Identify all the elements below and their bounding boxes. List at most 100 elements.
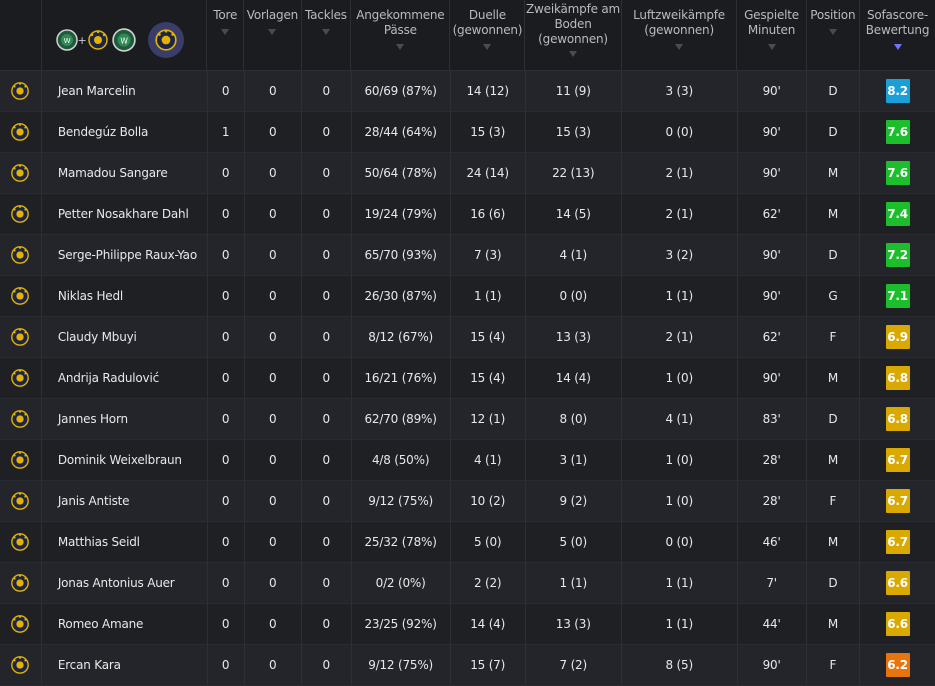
passes-cell: 9/12 (75%) (352, 645, 451, 685)
sort-arrow-icon (483, 44, 492, 50)
table-row[interactable]: Ercan Kara 0 0 0 9/12 (75%) 15 (7) 7 (2) 8 (5) 9… (0, 645, 935, 686)
position-cell: G (807, 276, 861, 316)
assists-cell: 0 (245, 358, 302, 398)
ground-duels-cell: 13 (3) (526, 604, 622, 644)
passes-cell: 23/25 (92%) (352, 604, 451, 644)
table-row[interactable]: Jonas Antonius Auer 0 0 0 0/2 (0%) 2 (2) 1 (1)… (0, 563, 935, 604)
player-name[interactable]: Matthias Seidl (42, 522, 208, 562)
team-crest-cell (0, 235, 42, 275)
position-cell: D (807, 563, 861, 603)
minutes-cell: 28' (738, 440, 807, 480)
column-header-aerial-duels[interactable]: Luftzweikämpfe (gewonnen) (622, 0, 738, 70)
ground-duels-cell: 14 (5) (526, 194, 622, 234)
rating-cell: 6.7 (860, 481, 935, 521)
player-name[interactable]: Petter Nosakhare Dahl (42, 194, 208, 234)
player-name[interactable]: Dominik Weixelbraun (42, 440, 208, 480)
player-name[interactable]: Ercan Kara (42, 645, 208, 685)
player-name[interactable]: Janis Antiste (42, 481, 208, 521)
sort-arrow-icon (268, 29, 277, 35)
rating-badge: 7.4 (885, 202, 910, 226)
aerial-duels-cell: 0 (0) (622, 522, 738, 562)
tackles-cell: 0 (302, 563, 352, 603)
player-name[interactable]: Niklas Hedl (42, 276, 208, 316)
player-name[interactable]: Mamadou Sangare (42, 153, 208, 193)
header-spacer (0, 0, 42, 70)
team-b-crest-icon (10, 327, 30, 347)
assists-cell: 0 (245, 645, 302, 685)
table-row[interactable]: Romeo Amane 0 0 0 23/25 (92%) 14 (4) 13 (3) 1 (… (0, 604, 935, 645)
minutes-cell: 90' (738, 276, 807, 316)
column-header-tackles[interactable]: Tackles (302, 0, 352, 70)
ground-duels-cell: 1 (1) (526, 563, 622, 603)
player-name[interactable]: Jean Marcelin (42, 71, 208, 111)
team-b-crest-icon (10, 122, 30, 142)
column-header-goals[interactable]: Tore (207, 0, 245, 70)
tackles-cell: 0 (302, 317, 352, 357)
team-filter-both-button[interactable]: W + (55, 22, 108, 58)
ground-duels-cell: 11 (9) (526, 71, 622, 111)
aerial-duels-cell: 0 (0) (622, 112, 738, 152)
minutes-cell: 90' (738, 71, 807, 111)
duels-cell: 15 (7) (451, 645, 526, 685)
duels-cell: 12 (1) (451, 399, 526, 439)
tackles-cell: 0 (302, 645, 352, 685)
assists-cell: 0 (245, 440, 302, 480)
column-header-minutes[interactable]: Gespielte Minuten (737, 0, 807, 70)
table-row[interactable]: Andrija Radulović 0 0 0 16/21 (76%) 15 (4) 14 … (0, 358, 935, 399)
position-cell: D (807, 235, 861, 275)
column-header-rating[interactable]: Sofascore-Bewertung (860, 0, 935, 70)
table-row[interactable]: Claudy Mbuyi 0 0 0 8/12 (67%) 15 (4) 13 (3) 2 (… (0, 317, 935, 358)
goals-cell: 0 (208, 153, 245, 193)
passes-cell: 16/21 (76%) (352, 358, 451, 398)
table-row[interactable]: Bendegúz Bolla 1 0 0 28/44 (64%) 15 (3) 15 (3)… (0, 112, 935, 153)
goals-cell: 0 (208, 522, 245, 562)
player-name[interactable]: Jonas Antonius Auer (42, 563, 208, 603)
team-filter-b-button[interactable] (148, 22, 185, 58)
rating-badge: 7.2 (885, 243, 910, 267)
sort-arrow-icon (767, 44, 776, 50)
table-row[interactable]: Niklas Hedl 0 0 0 26/30 (87%) 1 (1) 0 (0) 1 (1)… (0, 276, 935, 317)
team-b-crest-icon (10, 614, 30, 634)
table-row[interactable]: Jean Marcelin 0 0 0 60/69 (87%) 14 (12) 11 (9)… (0, 71, 935, 112)
assists-cell: 0 (245, 317, 302, 357)
team-b-crest-icon (10, 450, 30, 470)
table-row[interactable]: Mamadou Sangare 0 0 0 50/64 (78%) 24 (14) 22 (… (0, 153, 935, 194)
player-name[interactable]: Bendegúz Bolla (42, 112, 208, 152)
table-row[interactable]: Janis Antiste 0 0 0 9/12 (75%) 10 (2) 9 (2) 1 (… (0, 481, 935, 522)
column-header-duels[interactable]: Duelle (gewonnen) (450, 0, 526, 70)
rating-cell: 6.6 (860, 604, 935, 644)
column-header-passes[interactable]: Angekommene Pässe (351, 0, 451, 70)
tackles-cell: 0 (302, 112, 352, 152)
position-cell: F (807, 317, 861, 357)
rating-badge: 6.6 (885, 571, 910, 595)
rating-cell: 7.1 (860, 276, 935, 316)
team-crest-cell (0, 563, 42, 603)
table-row[interactable]: Jannes Horn 0 0 0 62/70 (89%) 12 (1) 8 (0) 4 (1… (0, 399, 935, 440)
assists-cell: 0 (245, 522, 302, 562)
table-row[interactable]: Serge-Philippe Raux-Yao 0 0 0 65/70 (93%) 7 (… (0, 235, 935, 276)
team-filter: W + W (42, 0, 208, 70)
table-row[interactable]: Matthias Seidl 0 0 0 25/32 (78%) 5 (0) 5 (0) 0 … (0, 522, 935, 563)
player-name[interactable]: Andrija Radulović (42, 358, 208, 398)
column-header-assists[interactable]: Vorlagen (244, 0, 302, 70)
sort-arrow-icon (396, 44, 405, 50)
passes-cell: 8/12 (67%) (352, 317, 451, 357)
player-name[interactable]: Claudy Mbuyi (42, 317, 208, 357)
ground-duels-cell: 15 (3) (526, 112, 622, 152)
ground-duels-cell: 7 (2) (526, 645, 622, 685)
tackles-cell: 0 (302, 358, 352, 398)
rating-cell: 7.2 (860, 235, 935, 275)
aerial-duels-cell: 1 (0) (622, 481, 738, 521)
ground-duels-cell: 9 (2) (526, 481, 622, 521)
team-b-crest-icon (10, 573, 30, 593)
player-name[interactable]: Jannes Horn (42, 399, 208, 439)
player-name[interactable]: Serge-Philippe Raux-Yao (42, 235, 208, 275)
team-crest-cell (0, 153, 42, 193)
column-header-ground-duels[interactable]: Zweikämpfe am Boden (gewonnen) (525, 0, 622, 70)
column-header-position[interactable]: Position (807, 0, 861, 70)
goals-cell: 1 (208, 112, 245, 152)
player-name[interactable]: Romeo Amane (42, 604, 208, 644)
team-filter-a-button[interactable]: W (106, 22, 142, 58)
table-row[interactable]: Petter Nosakhare Dahl 0 0 0 19/24 (79%) 16 (6… (0, 194, 935, 235)
table-row[interactable]: Dominik Weixelbraun 0 0 0 4/8 (50%) 4 (1) 3 (1… (0, 440, 935, 481)
